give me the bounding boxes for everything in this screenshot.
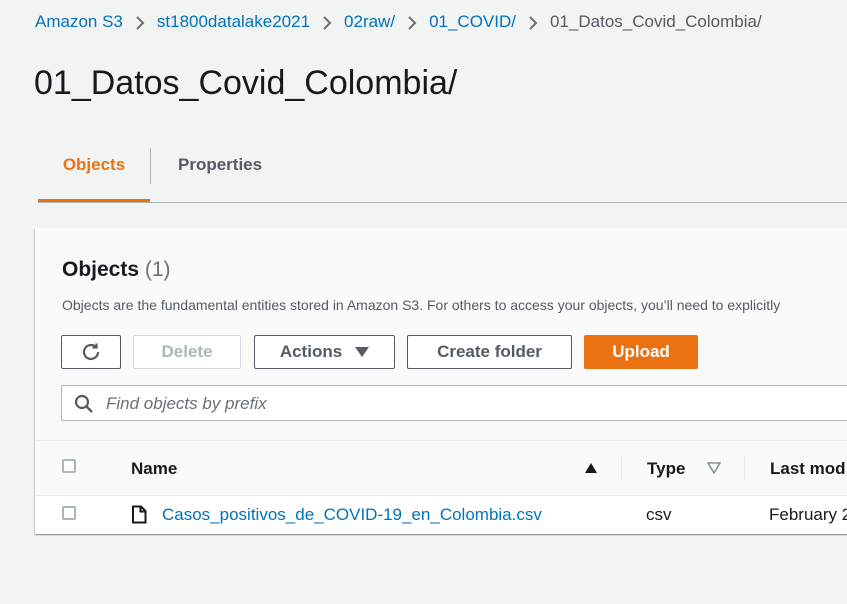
objects-panel-title: Objects (1) (62, 258, 171, 282)
tab-divider (150, 148, 151, 184)
tab-objects[interactable]: Objects (38, 140, 150, 202)
column-divider (621, 455, 622, 481)
column-type-header[interactable]: Type (647, 459, 685, 479)
search-icon (74, 394, 93, 413)
table-header: Name Type Last mod (35, 440, 847, 496)
breadcrumb: Amazon S3 st1800datalake2021 02raw/ 01_C… (35, 11, 762, 33)
chevron-right-icon (123, 12, 157, 32)
refresh-button[interactable] (61, 335, 121, 369)
breadcrumb-folder-02raw[interactable]: 02raw/ (344, 12, 395, 32)
column-divider (744, 455, 745, 481)
actions-dropdown-button[interactable]: Actions (254, 335, 395, 369)
breadcrumb-amazon-s3[interactable]: Amazon S3 (35, 12, 123, 32)
column-name-header[interactable]: Name (131, 459, 177, 479)
breadcrumb-current: 01_Datos_Covid_Colombia/ (550, 12, 762, 31)
refresh-icon (82, 343, 100, 361)
row-checkbox[interactable] (62, 506, 76, 520)
breadcrumb-folder-01covid[interactable]: 01_COVID/ (429, 12, 516, 32)
file-icon (132, 505, 147, 524)
chevron-right-icon (310, 12, 344, 32)
object-name-link[interactable]: Casos_positivos_de_COVID-19_en_Colombia.… (162, 505, 542, 525)
breadcrumb-bucket[interactable]: st1800datalake2021 (157, 12, 310, 32)
tab-bar: Objects Properties (38, 140, 847, 203)
objects-count: (1) (144, 258, 171, 281)
objects-panel-description: Objects are the fundamental entities sto… (62, 297, 781, 313)
objects-panel-heading: Objects (62, 258, 140, 281)
object-last-modified: February 2 (769, 505, 847, 524)
chevron-right-icon (395, 12, 429, 32)
delete-button[interactable]: Delete (133, 335, 241, 369)
object-type: csv (646, 505, 672, 524)
select-all-checkbox[interactable] (62, 459, 76, 473)
chevron-right-icon (516, 12, 550, 32)
actions-label: Actions (279, 342, 343, 361)
search-box (61, 385, 847, 422)
objects-panel-header: Objects (1) Objects are the fundamental … (35, 228, 847, 440)
table-row: Casos_positivos_de_COVID-19_en_Colombia.… (35, 496, 847, 534)
sort-descending-icon[interactable] (707, 462, 721, 474)
tab-properties[interactable]: Properties (178, 140, 262, 201)
column-last-modified-header[interactable]: Last mod (770, 459, 846, 479)
search-input[interactable] (104, 386, 847, 422)
sort-ascending-icon[interactable] (584, 462, 598, 474)
objects-panel: Objects (1) Objects are the fundamental … (35, 228, 847, 534)
upload-button[interactable]: Upload (584, 335, 698, 369)
create-folder-button[interactable]: Create folder (407, 335, 572, 369)
page-title: 01_Datos_Covid_Colombia/ (34, 64, 458, 102)
caret-down-icon (355, 347, 370, 357)
